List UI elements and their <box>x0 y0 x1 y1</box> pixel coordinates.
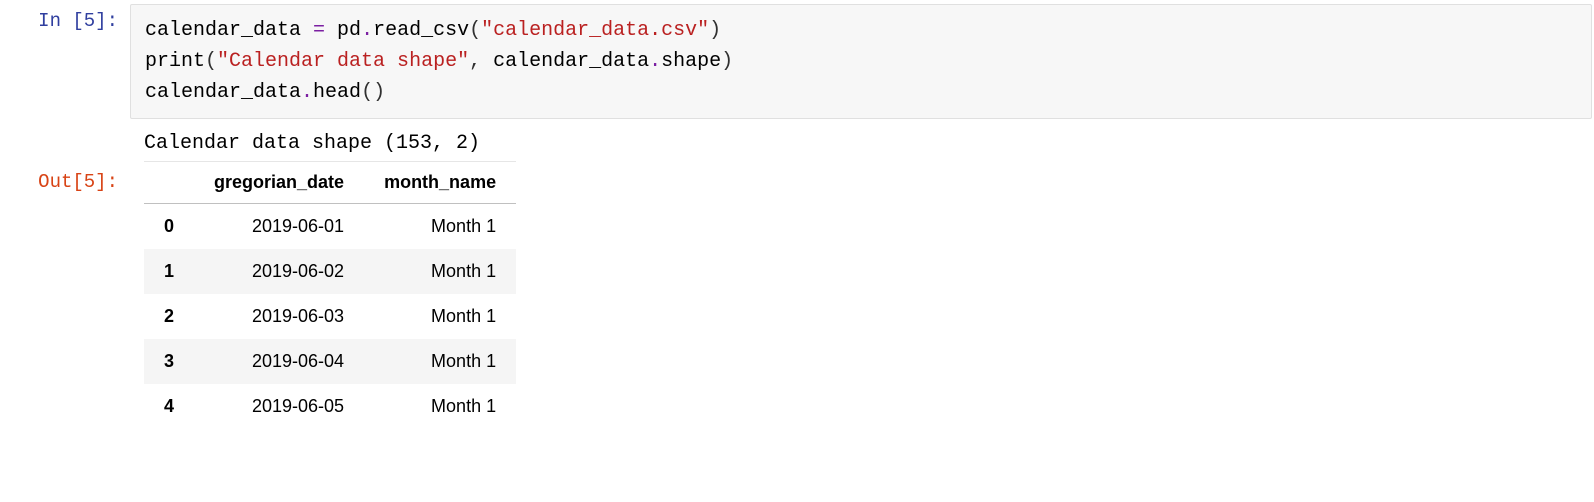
code-token: calendar_data <box>145 19 301 42</box>
input-cell: In [5]: calendar_data = pd.read_csv("cal… <box>0 0 1594 125</box>
table-index-header <box>144 162 194 204</box>
table-row: 2 2019-06-03 Month 1 <box>144 294 516 339</box>
table-col-header: gregorian_date <box>194 162 364 204</box>
code-token: . <box>301 81 313 104</box>
code-token: ( <box>469 19 481 42</box>
table-cell: 2019-06-03 <box>194 294 364 339</box>
table-row: 0 2019-06-01 Month 1 <box>144 204 516 250</box>
table-header-row: gregorian_date month_name <box>144 162 516 204</box>
table-row-index: 1 <box>144 249 194 294</box>
stdout-text: Calendar data shape (153, 2) <box>130 125 1594 161</box>
code-token: shape <box>661 50 721 73</box>
code-input[interactable]: calendar_data = pd.read_csv("calendar_da… <box>130 4 1592 119</box>
table-row: 4 2019-06-05 Month 1 <box>144 384 516 429</box>
code-token: calendar_data <box>145 81 301 104</box>
dataframe-table: gregorian_date month_name 0 2019-06-01 M… <box>144 161 516 429</box>
table-row-index: 4 <box>144 384 194 429</box>
stdout-row: Calendar data shape (153, 2) <box>0 125 1594 161</box>
table-row: 3 2019-06-04 Month 1 <box>144 339 516 384</box>
table-row-index: 3 <box>144 339 194 384</box>
code-token: head <box>313 81 361 104</box>
code-token: . <box>361 19 373 42</box>
output-area: gregorian_date month_name 0 2019-06-01 M… <box>130 161 1594 435</box>
table-row-index: 0 <box>144 204 194 250</box>
table-cell: Month 1 <box>364 384 516 429</box>
table-cell: 2019-06-04 <box>194 339 364 384</box>
code-token: pd <box>337 19 361 42</box>
code-token: calendar_data <box>493 50 649 73</box>
table-row-index: 2 <box>144 294 194 339</box>
code-token: ) <box>721 50 733 73</box>
output-prompt: Out[5]: <box>0 161 130 193</box>
code-token: ) <box>709 19 721 42</box>
code-token: , <box>469 50 493 73</box>
input-prompt: In [5]: <box>0 0 130 32</box>
code-token: . <box>649 50 661 73</box>
code-token: ( <box>361 81 373 104</box>
table-col-header: month_name <box>364 162 516 204</box>
code-token: "calendar_data.csv" <box>481 19 709 42</box>
code-token: ) <box>373 81 385 104</box>
output-cell: Out[5]: gregorian_date month_name 0 2019… <box>0 161 1594 435</box>
table-row: 1 2019-06-02 Month 1 <box>144 249 516 294</box>
table-cell: 2019-06-01 <box>194 204 364 250</box>
empty-prompt <box>0 125 130 135</box>
code-token: "Calendar data shape" <box>217 50 469 73</box>
code-token: print <box>145 50 205 73</box>
code-token: = <box>301 19 337 42</box>
table-cell: 2019-06-02 <box>194 249 364 294</box>
code-token: ( <box>205 50 217 73</box>
table-cell: Month 1 <box>364 339 516 384</box>
table-cell: Month 1 <box>364 249 516 294</box>
table-cell: 2019-06-05 <box>194 384 364 429</box>
table-cell: Month 1 <box>364 204 516 250</box>
code-token: read_csv <box>373 19 469 42</box>
table-cell: Month 1 <box>364 294 516 339</box>
